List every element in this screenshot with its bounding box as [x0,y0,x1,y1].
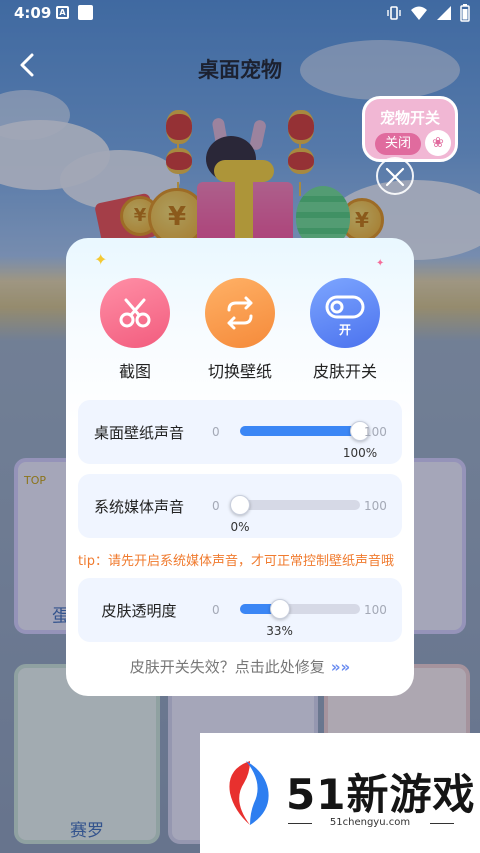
screenshot-label: 截图 [118,362,151,381]
wallpaper-sound-slider[interactable] [240,421,370,441]
slider-label: 皮肤透明度 [101,602,177,620]
screenshot-button[interactable]: 截图 [90,278,180,382]
switch-wallpaper-icon-circle [205,278,275,348]
slider-min: 0 [212,425,220,439]
notification-square-icon [78,5,93,20]
slider-max: 100 [364,425,387,439]
wifi-icon [411,6,427,20]
slider-min: 0 [212,499,220,513]
battery-icon [460,4,470,22]
slider-thumb[interactable] [269,599,290,619]
toggle-on-badge: 开 [338,323,351,337]
close-icon [385,167,405,187]
notification-a-icon: A [56,6,69,19]
skin-toggle-label: 皮肤开关 [312,362,377,381]
slider-thumb[interactable] [230,495,250,515]
skin-toggle-button[interactable]: 开 皮肤开关 [300,278,390,382]
status-bar: 4:09 A [0,0,480,26]
settings-modal: ✦ ✦ 截图 切换壁纸 开 皮肤开关 桌面壁纸声音 0 100 100% 系统媒… [66,238,414,696]
slider-label: 系统媒体声音 [93,498,184,516]
media-sound-slider[interactable] [230,495,360,515]
sparkle-icon: ✦ [94,250,108,269]
screenshot-icon-circle [100,278,170,348]
skin-toggle-icon-circle: 开 [310,278,380,348]
slider-max: 100 [364,603,387,617]
watermark: 51新游戏 51chengyu.com [200,733,480,853]
swap-icon [227,296,253,330]
paw-icon: ❀ [425,130,451,156]
signal-icon [437,6,451,20]
tip-text: tip：请先开启系统媒体声音，才可正常控制壁纸声音哦 [78,554,394,569]
wallpaper-sound-panel: 桌面壁纸声音 0 100 100% [78,400,402,464]
media-sound-panel: 系统媒体声音 0 100 0% [78,474,402,538]
pet-switch-title: 宠物开关 [379,109,440,127]
skin-opacity-panel: 皮肤透明度 0 100 33% [78,578,402,642]
slider-value: 100% [342,446,378,460]
status-time: 4:09 [14,4,52,22]
slider-min: 0 [212,603,220,617]
repair-link-text: 皮肤开关失效？点击此处修复 [129,658,325,676]
slider-label: 桌面壁纸声音 [93,424,184,442]
switch-wallpaper-label: 切换壁纸 [207,362,272,381]
vibrate-icon [387,6,401,20]
pet-switch-state[interactable]: 关闭 [375,133,421,155]
page-title: 桌面宠物 [198,58,282,82]
double-chevron-right-icon: »» [330,658,351,676]
slider-value: 0% [230,520,250,534]
slider-value: 33% [266,624,293,638]
close-modal-button[interactable] [376,157,414,195]
sparkle-icon: ✦ [376,258,385,269]
repair-link[interactable]: 皮肤开关失效？点击此处修复 »» [66,656,414,677]
watermark-domain: 51chengyu.com [329,817,411,828]
brand-logo-icon [229,761,269,825]
skin-opacity-slider[interactable] [240,599,360,619]
scissors-icon [119,298,151,328]
slider-fill [240,426,360,436]
pet-switch-widget[interactable]: 宠物开关 关闭 ❀ [362,96,458,162]
watermark-brand: 51新游戏 [286,770,476,819]
switch-wallpaper-button[interactable]: 切换壁纸 [195,278,285,382]
slider-max: 100 [364,499,387,513]
